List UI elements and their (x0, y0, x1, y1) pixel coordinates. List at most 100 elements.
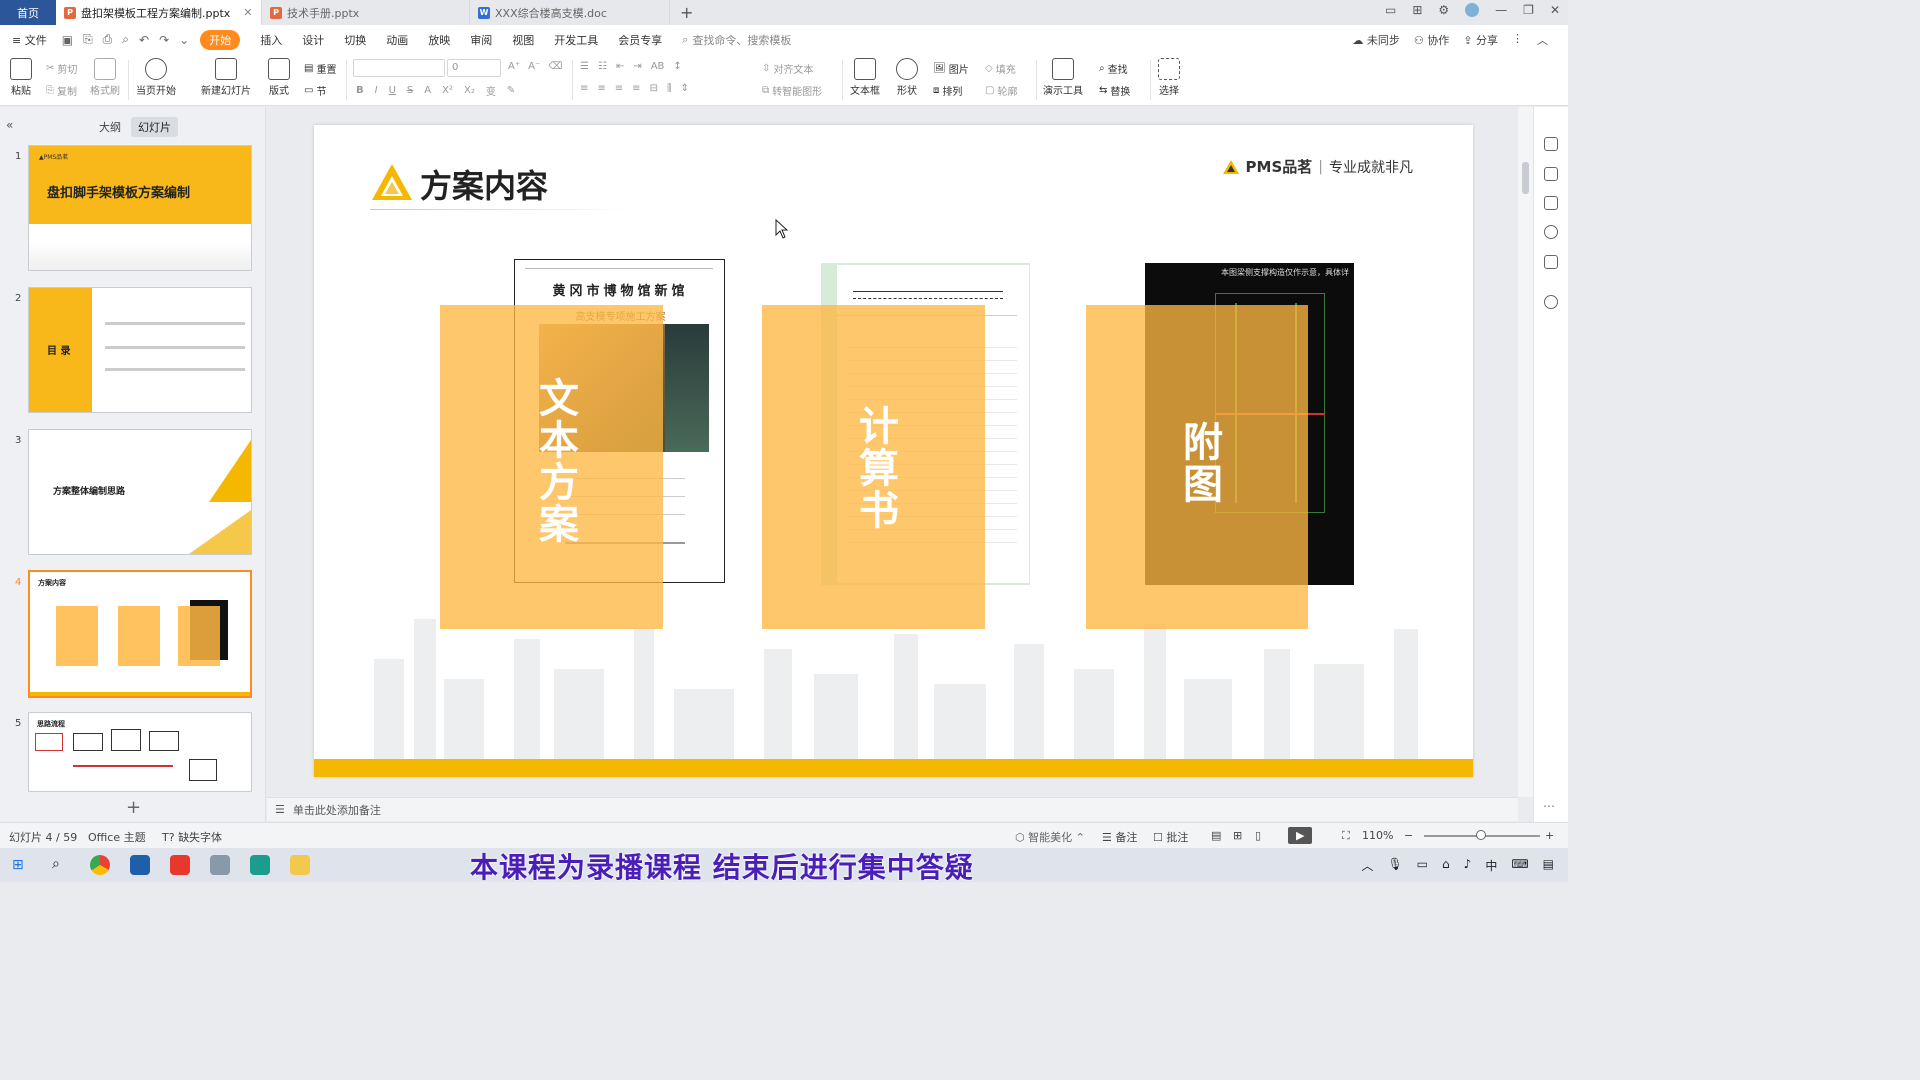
slides-icon[interactable] (1544, 167, 1558, 181)
smart-beautify-button[interactable]: ⬡ 智能美化 ⌃ (1015, 829, 1085, 845)
slide-thumbnail-2[interactable]: 目 录 (28, 287, 252, 413)
search-icon[interactable]: ⌕ (52, 856, 60, 872)
bold-icon[interactable]: B (356, 85, 364, 96)
align-left-icon[interactable]: ≡ (580, 83, 588, 94)
presentation-app-icon[interactable] (250, 855, 270, 875)
folder-icon[interactable] (290, 855, 310, 875)
notes-pane[interactable]: ☰ 单击此处添加备注 (267, 797, 1518, 821)
microphone-icon[interactable]: 🎙 (1387, 857, 1402, 874)
normal-view-icon[interactable]: ▤ (1211, 829, 1221, 842)
close-tab-icon[interactable]: ✕ (243, 6, 252, 19)
cut-button[interactable]: ✂ 剪切 (46, 61, 77, 76)
redo-icon[interactable]: ↷ (154, 33, 174, 47)
command-search[interactable]: ⌕ 查找命令、搜索模板 (682, 32, 791, 48)
tab-start[interactable]: 开始 (200, 29, 241, 50)
recorder-icon[interactable] (210, 855, 230, 875)
doc-tab-pptx-active[interactable]: P 盘扣架模板工程方案编制.pptx ✕ (56, 0, 262, 25)
align-center-icon[interactable]: ≡ (597, 83, 605, 94)
grow-font-icon[interactable]: A⁺ (508, 61, 520, 72)
undo-icon[interactable]: ↶ (134, 33, 154, 47)
chevron-down-icon[interactable]: ⌄ (174, 33, 194, 47)
tab-view[interactable]: 视图 (502, 32, 544, 48)
slide-thumbnail-4-selected[interactable]: 方案内容 (28, 570, 252, 698)
missing-font-button[interactable]: T? 缺失字体 (162, 829, 222, 845)
format-painter-button[interactable]: 格式刷 (90, 58, 120, 97)
clear-format-icon[interactable]: ⌫ (548, 61, 562, 72)
collapse-ribbon-icon[interactable]: ︿ (1537, 32, 1548, 48)
comments-button[interactable]: ☐ 批注 (1153, 829, 1188, 845)
tab-insert[interactable]: 插入 (250, 32, 292, 48)
home-tab[interactable]: 首页 (0, 0, 56, 25)
paste-button[interactable]: 粘贴 (10, 58, 32, 97)
char-spacing-icon[interactable]: 变 (486, 83, 496, 98)
restore-button[interactable]: ❐ (1523, 3, 1534, 17)
fit-window-icon[interactable]: ⛶ (1342, 829, 1350, 843)
new-slide-button[interactable]: 新建幻灯片 (201, 58, 251, 97)
shrink-font-icon[interactable]: A⁻ (528, 61, 540, 72)
font-family-select[interactable] (353, 59, 445, 77)
more-icon[interactable]: ⋮ (1512, 32, 1523, 48)
print-preview-icon[interactable]: ⌕ (117, 32, 134, 47)
para-spacing-icon[interactable]: ⇕ (681, 83, 689, 94)
shape-button[interactable]: 形状 (896, 58, 918, 97)
font-color-icon[interactable]: A (424, 85, 431, 96)
zoom-in-button[interactable]: + (1545, 829, 1554, 842)
align-text-button[interactable]: ⇳ 对齐文本 (762, 61, 813, 76)
keyboard-icon[interactable]: ⌨ (1511, 857, 1528, 874)
share-button[interactable]: ⇪ 分享 (1463, 32, 1498, 48)
strikethrough-icon[interactable]: S (407, 85, 413, 96)
pin-icon[interactable] (1544, 137, 1558, 151)
zoom-slider-handle[interactable] (1476, 830, 1486, 840)
tab-review[interactable]: 审阅 (460, 32, 502, 48)
cad-icon[interactable] (130, 855, 150, 875)
chevron-up-icon[interactable]: ︿ (1361, 857, 1373, 874)
zoom-level[interactable]: 110% (1362, 829, 1393, 842)
tab-slideshow[interactable]: 放映 (418, 32, 460, 48)
tab-developer[interactable]: 开发工具 (544, 32, 608, 48)
copy-button[interactable]: ⎘ 复制 (46, 83, 77, 98)
sync-button[interactable]: ☁ 未同步 (1352, 32, 1400, 48)
file-menu[interactable]: ≡ 文件 (10, 32, 57, 48)
italic-icon[interactable]: I (375, 85, 378, 96)
new-tab-button[interactable]: + (680, 3, 693, 22)
zoom-out-button[interactable]: − (1404, 829, 1413, 842)
doc-tab-manual[interactable]: P 技术手册.pptx (262, 0, 470, 25)
windows-start-icon[interactable]: ⊞ (12, 857, 24, 873)
layout-button[interactable]: 版式 (268, 58, 290, 97)
play-from-current-button[interactable]: 当页开始 (136, 58, 176, 97)
help-icon[interactable] (1544, 295, 1558, 309)
outdent-icon[interactable]: ⇤ (616, 61, 624, 72)
text-direction-icon[interactable]: AB (651, 61, 665, 72)
replace-button[interactable]: ⇆ 替换 (1099, 83, 1130, 98)
collab-button[interactable]: ⚇ 协作 (1414, 32, 1449, 48)
tab-transition[interactable]: 切换 (334, 32, 376, 48)
smartart-button[interactable]: ⧉ 转智能图形 (762, 83, 822, 98)
find-button[interactable]: ⌕ 查找 (1099, 61, 1128, 76)
book-icon[interactable] (1544, 255, 1558, 269)
notification-icon[interactable]: ▤ (1543, 857, 1554, 874)
tab-animation[interactable]: 动画 (376, 32, 418, 48)
font-size-select[interactable]: 0 (447, 59, 501, 77)
save-icon[interactable]: ▣ (57, 33, 78, 47)
vertical-scrollbar[interactable] (1518, 107, 1533, 797)
network-icon[interactable]: ⌂ (1442, 857, 1450, 874)
add-slide-button[interactable]: + (126, 797, 141, 818)
notes-toggle-button[interactable]: ☰ 备注 (1102, 829, 1137, 845)
picture-button[interactable]: 🖼 图片 (933, 61, 969, 76)
select-button[interactable]: 选择 (1158, 58, 1180, 97)
align-right-icon[interactable]: ≡ (615, 83, 623, 94)
more-icon[interactable]: ⋯ (1543, 799, 1555, 813)
fill-button[interactable]: ◇ 填充 (985, 61, 1016, 76)
reset-button[interactable]: ▤ 重置 (304, 61, 336, 76)
battery-icon[interactable]: ▭ (1417, 857, 1428, 874)
bullets-icon[interactable]: ☰ (580, 61, 589, 72)
highlight-icon[interactable]: ✎ (507, 85, 515, 96)
doc-tab-word[interactable]: W XXX综合楼高支模.doc (470, 0, 670, 25)
slide-title[interactable]: 方案内容 (420, 161, 548, 207)
collapse-panel-icon[interactable]: « (6, 118, 13, 132)
sorter-view-icon[interactable]: ⊞ (1233, 829, 1242, 842)
reading-view-icon[interactable]: ▯ (1255, 829, 1261, 842)
chrome-icon[interactable] (90, 855, 110, 875)
slide-thumbnail-1[interactable]: ▲PMS品茗 盘扣脚手架模板方案编制 (28, 145, 252, 271)
volume-icon[interactable]: ♪ (1464, 857, 1472, 874)
